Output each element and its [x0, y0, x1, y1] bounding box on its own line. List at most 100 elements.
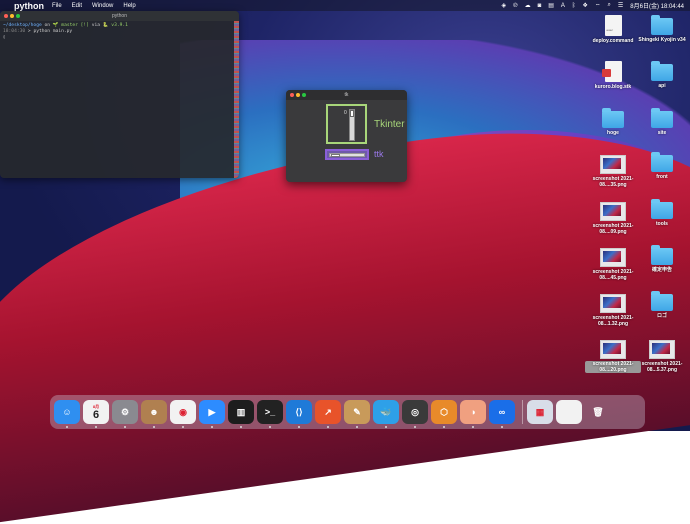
desktop-icon-screenshot-35[interactable]: screenshot 2021-08....35.png [585, 152, 641, 188]
screen-recorder-icon[interactable]: ◎ [402, 400, 428, 428]
dropbox-icon[interactable]: ❖ [583, 2, 588, 9]
zoom-button[interactable] [302, 93, 306, 97]
desktop-icon-screenshot-09[interactable]: screenshot 2021-08....09.png [585, 199, 641, 235]
terminal-window[interactable]: python ~/desktop/hoge on 🌱 master [!] vi… [0, 11, 239, 178]
bluetooth-icon[interactable]: ᛒ [572, 3, 576, 9]
tk-window[interactable]: tk 0 Tkinter ttk [286, 90, 407, 182]
ttk-scale-frame [325, 149, 369, 160]
camera-icon[interactable]: ◙ [538, 3, 542, 9]
image-thumbnail-icon [600, 294, 626, 313]
calendar-icon[interactable]: 8月 6 [83, 400, 109, 428]
document-icon [601, 61, 622, 82]
scroll-icon[interactable]: ▤ [548, 2, 554, 9]
tk-titlebar[interactable]: tk [286, 90, 407, 100]
desktop-icon-hoge[interactable]: hoge [585, 108, 641, 136]
search-icon[interactable]: ⌕ [608, 2, 611, 9]
menu-clock[interactable]: 8月6日(金) 18:04:44 [630, 1, 684, 10]
app-orange-icon[interactable]: ↗ [315, 400, 341, 428]
control-center-icon[interactable]: ☰ [618, 2, 623, 9]
infinity-icon[interactable]: ∞ [489, 400, 515, 428]
desktop-icon-screenshot-20[interactable]: screenshot 2021-08....20.png [585, 337, 641, 373]
desktop-icon-label: screenshot 2021-08....45.png [592, 269, 634, 281]
shield-icon[interactable]: ◈ [502, 2, 507, 9]
preview-icon[interactable]: ▦ [527, 400, 553, 424]
close-button[interactable] [4, 14, 8, 18]
desktop-icon-kakutei[interactable]: 確定申告 [634, 245, 690, 273]
desktop-icon-label: screenshot 2021-08....35.png [592, 176, 634, 188]
desktop-icon-label: ロゴ [656, 313, 667, 319]
vscode-icon[interactable]: ⟨⟩ [286, 400, 312, 428]
running-indicator [182, 426, 184, 428]
chrome-icon[interactable]: ◉ [170, 400, 196, 428]
desktop-icon-screenshot-132[interactable]: screenshot 2021-08...1.32.png [585, 291, 641, 327]
prompt-branch: 🌱 master [!] [52, 23, 89, 28]
desktop-icon-label: api [658, 83, 666, 89]
desktop-icon-label: kuroro.blog.stk [594, 84, 632, 90]
menu-window[interactable]: Window [92, 3, 113, 9]
running-indicator [356, 426, 358, 428]
desktop-icon-front[interactable]: front [634, 152, 690, 180]
wifi-icon[interactable]: ⌔ [595, 2, 601, 10]
finder-icon[interactable]: ☺ [54, 400, 80, 428]
sourcetree-icon[interactable]: ⬡ [431, 400, 457, 428]
menu-help[interactable]: Help [123, 3, 135, 9]
ttk-scale-thumb[interactable] [331, 154, 340, 157]
running-indicator [124, 426, 126, 428]
running-indicator [414, 426, 416, 428]
doc-tag: exec [606, 28, 613, 32]
minimize-button[interactable] [10, 14, 14, 18]
zoom-icon[interactable]: ▶ [199, 400, 225, 428]
desktop-icon-label: Shingeki Kyojin v34 [638, 37, 686, 43]
a-icon[interactable]: A [561, 3, 565, 9]
terminal-command: python main.py [33, 29, 73, 34]
fire-icon[interactable]: ℗ [513, 3, 517, 9]
desktop-icon-logo[interactable]: ロゴ [634, 291, 690, 319]
running-indicator [385, 426, 387, 428]
terminal-cursor: ▯ [3, 35, 6, 40]
document-badge-icon [601, 69, 611, 77]
image-thumbnail-icon [649, 340, 675, 359]
document-icon[interactable] [556, 400, 582, 424]
tk-title: tk [344, 92, 349, 98]
desktop-icon-label: screenshot 2021-08....09.png [592, 223, 634, 235]
prompt-on: on [41, 23, 53, 28]
desktop-icon-kuroro[interactable]: kuroro.blog.stk [585, 61, 641, 90]
menu-file[interactable]: File [52, 3, 62, 9]
docker-icon[interactable]: 🐳 [373, 400, 399, 428]
running-indicator [501, 426, 503, 428]
system-preferences-icon[interactable]: ⚙ [112, 400, 138, 428]
running-indicator [269, 426, 271, 428]
terminal-output[interactable]: ~/desktop/hoge on 🌱 master [!] via 🐍 v3.… [0, 21, 239, 43]
folder-icon [651, 152, 673, 172]
desktop-icon-shingeki[interactable]: Shingeki Kyojin v34 [634, 15, 690, 43]
ttk-scale-trough[interactable] [329, 153, 365, 157]
contacts-icon[interactable]: ☻ [141, 400, 167, 428]
cloud-icon[interactable]: ☁ [525, 2, 531, 9]
image-thumbnail-icon [600, 248, 626, 267]
trash-icon[interactable]: 🗑 [585, 400, 611, 424]
desktop-icon-screenshot-45[interactable]: screenshot 2021-08....45.png [585, 245, 641, 281]
desktop-icon-site[interactable]: site [634, 108, 690, 136]
folder-icon [651, 108, 673, 128]
minimize-button[interactable] [296, 93, 300, 97]
desktop-icon-tools[interactable]: tools [634, 199, 690, 227]
image-thumbnail-icon [600, 202, 626, 221]
desktop-icon-label: deploy.command [592, 38, 634, 44]
desktop-icon-api[interactable]: api [634, 61, 690, 89]
tk-scale-frame: 0 [326, 104, 367, 144]
terminal-titlebar[interactable]: python [0, 11, 239, 21]
running-indicator [298, 426, 300, 428]
menu-edit[interactable]: Edit [72, 3, 82, 9]
desktop-icon-deploy-command[interactable]: exec deploy.command [585, 15, 641, 44]
zoom-button[interactable] [16, 14, 20, 18]
folder-icon [651, 245, 673, 265]
app-peach-icon[interactable]: ◑ [460, 400, 486, 428]
archive-utility-icon[interactable]: ✎ [344, 400, 370, 428]
tk-scale-thumb[interactable] [350, 110, 354, 117]
desktop-icon-screenshot-537[interactable]: screenshot 2021-08...5.37.png [634, 337, 690, 373]
terminal-icon[interactable]: >_ [257, 400, 283, 428]
activity-monitor-icon[interactable]: ▥ [228, 400, 254, 428]
close-button[interactable] [290, 93, 294, 97]
folder-icon [651, 291, 673, 311]
tk-scale-trough[interactable] [349, 109, 355, 141]
